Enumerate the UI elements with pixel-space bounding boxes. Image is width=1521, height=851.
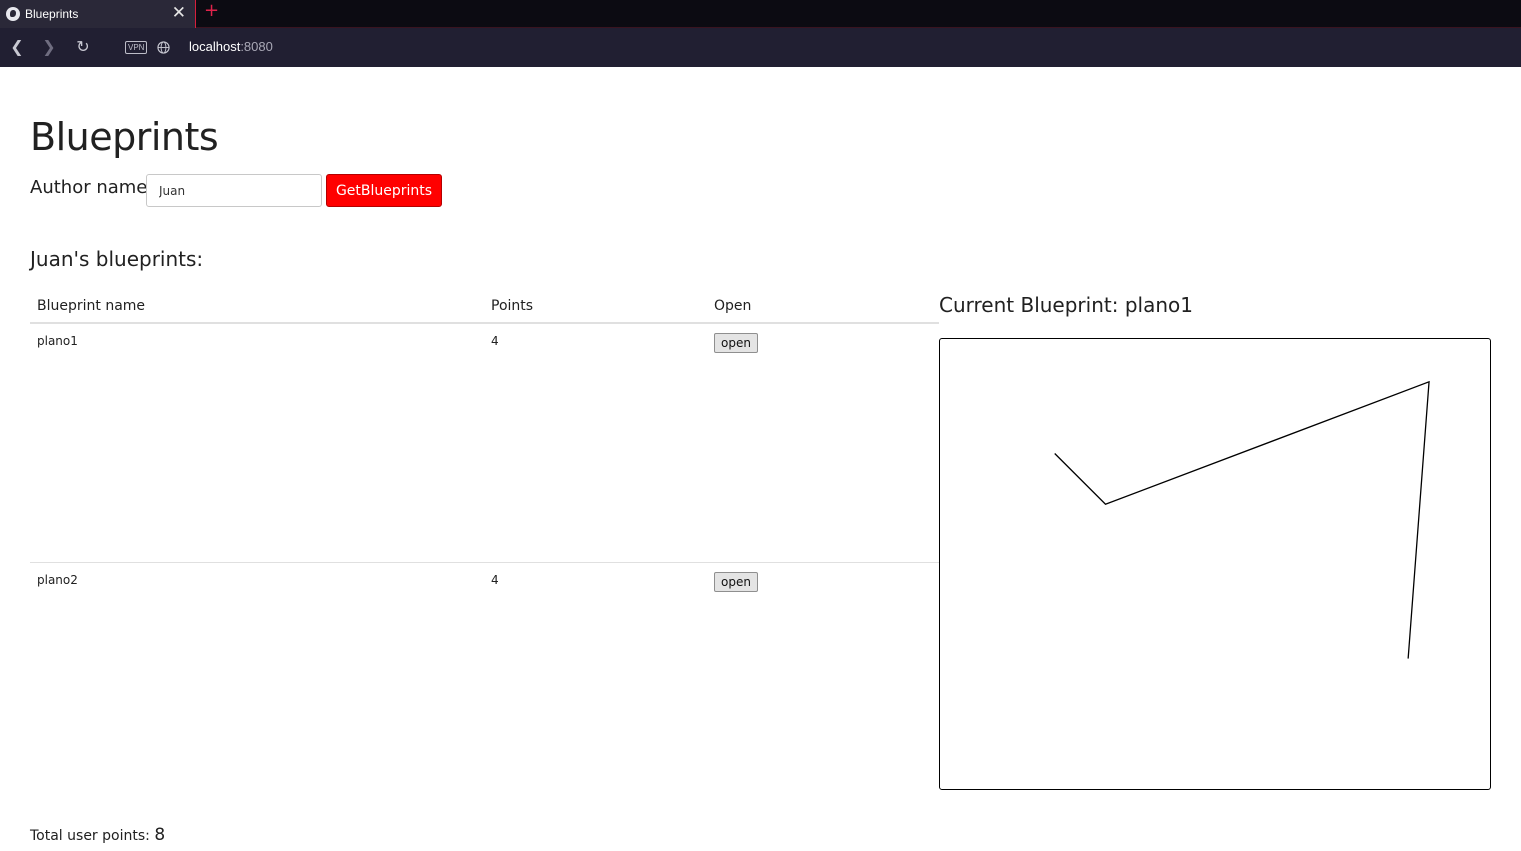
get-blueprints-button[interactable]: GetBlueprints [326, 174, 442, 207]
globe-favicon-icon [6, 7, 20, 21]
author-label: Author name: [30, 177, 154, 198]
blueprint-points-cell: 4 [484, 561, 707, 801]
address-bar: ❮ ❯ ↻ VPN localhost:8080 [0, 28, 1521, 67]
author-blueprints-heading: Juan's blueprints: [30, 247, 204, 271]
open-cell: open [707, 561, 939, 801]
open-button[interactable]: open [714, 571, 758, 592]
browser-tab[interactable]: Blueprints ✕ [0, 0, 196, 28]
current-blueprint-heading: Current Blueprint: plano1 [939, 293, 1193, 317]
blueprint-points-cell: 4 [491, 334, 499, 348]
page-content: Blueprints Author name: GetBlueprints Ju… [0, 67, 1521, 851]
reload-icon[interactable]: ↻ [74, 38, 92, 56]
url-field[interactable]: localhost:8080 [189, 39, 273, 54]
open-button[interactable]: open [714, 333, 758, 353]
header-open: Open [707, 293, 939, 324]
header-points: Points [484, 293, 707, 324]
total-points-label: Total user points: [30, 828, 150, 844]
forward-icon[interactable]: ❯ [40, 38, 58, 56]
blueprint-name-cell: plano1 [37, 334, 78, 348]
vpn-badge[interactable]: VPN [125, 41, 148, 54]
total-points-value: 8 [154, 825, 166, 845]
back-icon[interactable]: ❮ [8, 38, 26, 56]
blueprint-path [1054, 380, 1430, 659]
url-host: localhost [189, 39, 241, 54]
close-tab-icon[interactable]: ✕ [172, 4, 186, 22]
blueprint-canvas[interactable] [939, 338, 1491, 790]
total-points: Total user points: 8 [30, 825, 165, 845]
header-blueprint-name: Blueprint name [30, 293, 484, 324]
table-row: plano2 4 open [30, 561, 939, 801]
open-cell: open [707, 323, 939, 562]
blueprint-name-cell: plano2 [30, 561, 484, 801]
tab-title: Blueprints [25, 7, 79, 21]
new-tab-button[interactable]: + [204, 1, 219, 21]
author-name-input[interactable] [146, 174, 322, 207]
blueprints-table: Blueprint name Points Open plano1 4 open… [30, 293, 939, 801]
url-port: :8080 [240, 39, 273, 54]
table-row: plano1 4 open [30, 323, 939, 562]
browser-tab-bar: Blueprints ✕ + [0, 0, 1521, 28]
globe-icon[interactable] [157, 41, 170, 54]
page-title: Blueprints [30, 115, 219, 159]
table-header-row: Blueprint name Points Open [30, 293, 939, 324]
